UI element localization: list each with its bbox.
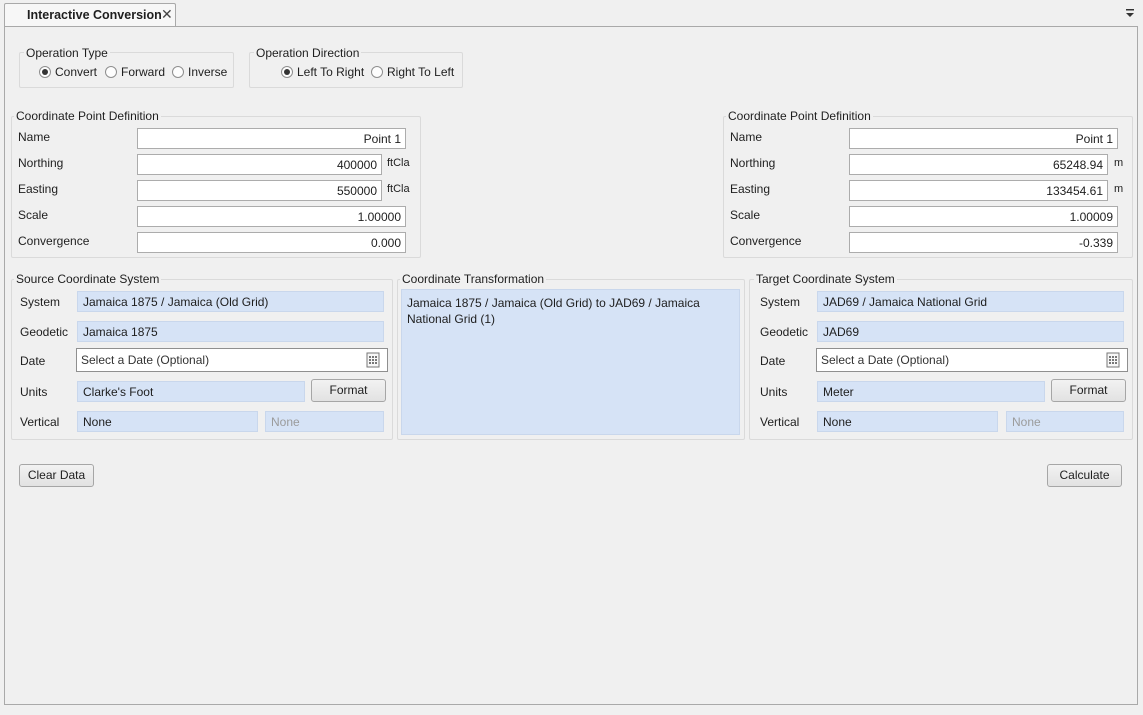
source-geodetic-label: Geodetic [20,325,69,339]
radio-inverse[interactable]: Inverse [172,65,227,79]
clear-data-button[interactable]: Clear Data [19,464,94,487]
target-units-field[interactable]: Meter [817,381,1045,402]
target-geodetic-label: Geodetic [760,325,809,339]
left-easting-field[interactable]: 550000 [137,180,382,201]
source-vertical-field-secondary[interactable]: None [265,411,384,432]
left-name-label: Name [18,130,51,144]
source-units-field[interactable]: Clarke's Foot [77,381,305,402]
close-icon[interactable]: ✕ [161,5,173,23]
source-date-placeholder: Select a Date (Optional) [81,353,210,367]
radio-inverse-indicator[interactable] [172,66,184,78]
target-date-label: Date [760,354,786,368]
source-system-label: System [20,295,61,309]
tab-title: Interactive Conversion [27,8,162,22]
right-easting-field[interactable]: 133454.61 [849,180,1108,201]
left-scale-label: Scale [18,208,49,222]
radio-forward-label: Forward [121,65,166,79]
calendar-icon[interactable] [366,352,380,368]
radio-left-to-right[interactable]: Left To Right [281,65,364,79]
right-northing-field[interactable]: 65248.94 [849,154,1108,175]
left-northing-unit: ftCla [387,157,410,169]
radio-right-to-left[interactable]: Right To Left [371,65,454,79]
transformation-field[interactable]: Jamaica 1875 / Jamaica (Old Grid) to JAD… [401,289,740,435]
source-cs-label: Source Coordinate System [14,272,162,286]
right-scale-field[interactable]: 1.00009 [849,206,1118,227]
radio-left-to-right-indicator[interactable] [281,66,293,78]
source-format-button[interactable]: Format [311,379,386,402]
target-vertical-field-secondary[interactable]: None [1006,411,1124,432]
radio-left-to-right-label: Left To Right [297,65,365,79]
calendar-icon[interactable] [1106,352,1120,368]
left-easting-label: Easting [18,182,59,196]
right-convergence-label: Convergence [730,234,802,248]
tab-interactive-conversion[interactable]: Interactive Conversion ✕ [4,3,176,27]
source-system-field[interactable]: Jamaica 1875 / Jamaica (Old Grid) [77,291,384,312]
radio-right-to-left-label: Right To Left [387,65,455,79]
target-format-button[interactable]: Format [1051,379,1126,402]
left-northing-field[interactable]: 400000 [137,154,382,175]
right-convergence-field[interactable]: -0.339 [849,232,1118,253]
target-vertical-label: Vertical [760,415,800,429]
radio-convert-label: Convert [55,65,98,79]
source-geodetic-field[interactable]: Jamaica 1875 [77,321,384,342]
chevron-down-icon[interactable] [1123,6,1137,20]
radio-right-to-left-indicator[interactable] [371,66,383,78]
right-name-label: Name [730,130,763,144]
source-units-label: Units [20,385,48,399]
right-point-label: Coordinate Point Definition [726,109,873,123]
right-scale-label: Scale [730,208,761,222]
source-vertical-label: Vertical [20,415,60,429]
calculate-button[interactable]: Calculate [1047,464,1122,487]
source-date-label: Date [20,354,46,368]
target-units-label: Units [760,385,788,399]
target-cs-label: Target Coordinate System [754,272,897,286]
right-easting-label: Easting [730,182,771,196]
operation-type-label: Operation Type [24,46,110,60]
source-vertical-field[interactable]: None [77,411,258,432]
target-date-picker[interactable]: Select a Date (Optional) [816,348,1128,372]
left-convergence-label: Convergence [18,234,90,248]
radio-convert[interactable]: Convert [39,65,97,79]
target-system-label: System [760,295,801,309]
left-name-field[interactable]: Point 1 [137,128,406,149]
radio-forward[interactable]: Forward [105,65,165,79]
operation-direction-label: Operation Direction [254,46,362,60]
source-date-picker[interactable]: Select a Date (Optional) [76,348,388,372]
right-easting-unit: m [1114,183,1124,195]
radio-forward-indicator[interactable] [105,66,117,78]
left-point-label: Coordinate Point Definition [14,109,161,123]
target-system-field[interactable]: JAD69 / Jamaica National Grid [817,291,1124,312]
right-northing-unit: m [1114,157,1124,169]
right-name-field[interactable]: Point 1 [849,128,1118,149]
transformation-label: Coordinate Transformation [400,272,547,286]
radio-inverse-label: Inverse [188,65,228,79]
right-northing-label: Northing [730,156,776,170]
left-scale-field[interactable]: 1.00000 [137,206,406,227]
radio-convert-indicator[interactable] [39,66,51,78]
left-easting-unit: ftCla [387,183,410,195]
left-convergence-field[interactable]: 0.000 [137,232,406,253]
target-geodetic-field[interactable]: JAD69 [817,321,1124,342]
target-vertical-field[interactable]: None [817,411,998,432]
left-northing-label: Northing [18,156,64,170]
target-date-placeholder: Select a Date (Optional) [821,353,950,367]
